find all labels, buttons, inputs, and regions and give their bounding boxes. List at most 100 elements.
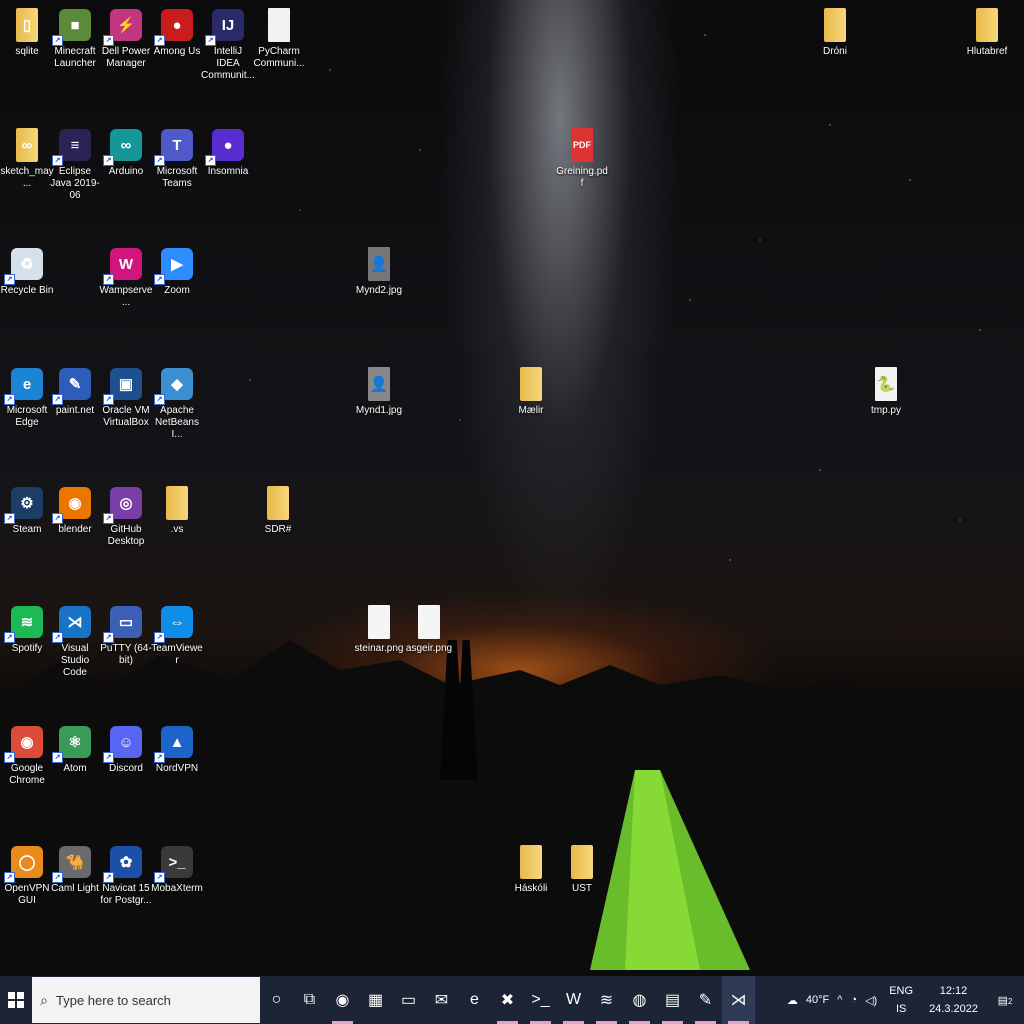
desktop-icon-arduino[interactable]: ∞ ↗ Arduino [99,128,153,178]
desktop-icon-google-chrome[interactable]: ◉ ↗ Google Chrome [0,725,54,787]
microsoft-edge-glyph: e [11,368,43,400]
arduino-glyph: ∞ [110,129,142,161]
desktop-icon-label: MobaXterm [151,883,203,894]
sketch-may-glyph: ∞ [16,128,38,162]
shortcut-arrow-icon: ↗ [205,35,216,46]
desktop-icon-insomnia[interactable]: ● ↗ Insomnia [201,128,255,178]
taskbar-search-box[interactable]: ⌕ Type here to search [32,977,260,1023]
desktop-icon-oracle-virtualbox[interactable]: ▣ ↗ Oracle VM VirtualBox [99,367,153,429]
desktop-icon-label: blender [58,524,92,535]
desktop-icon-steinar-png[interactable]: steinar.png [352,605,406,655]
chevron-up-icon[interactable]: ^ [833,994,846,1006]
xampp-icon: ✖ [500,992,515,1009]
desktop-icon-github-desktop[interactable]: ◎ ↗ GitHub Desktop [99,486,153,548]
desktop-icon-microsoft-edge[interactable]: e ↗ Microsoft Edge [0,367,54,429]
desktop-icon-label: Among Us [153,46,201,57]
desktop-icon-discord[interactable]: ☺ ↗ Discord [99,725,153,775]
taskbar-notepad-button[interactable]: ▤ [656,976,689,1024]
taskbar-mail-button[interactable]: ✉ [425,976,458,1024]
desktop-icon-pycharm[interactable]: PyCharm Communi... [252,8,306,70]
desktop-icon-maelir[interactable]: Mælir [504,367,558,417]
desktop-icon-label: Recycle Bin [0,285,54,296]
mobaxterm-glyph: >_ [161,846,193,878]
desktop-icon-navicat[interactable]: ✿ ↗ Navicat 15 for Postgr... [99,845,153,907]
desktop-icon-zoom[interactable]: ▶ ↗ Zoom [150,247,204,297]
desktop-icon-haskoli[interactable]: Háskóli [504,845,558,895]
minecraft-launcher-glyph: ■ [59,9,91,41]
desktop-icon-apache-netbeans[interactable]: ◆ ↗ Apache NetBeans I... [150,367,204,441]
microsoft-edge-icon: e ↗ [4,367,44,405]
insomnia-icon: ● ↗ [205,128,245,166]
sqlite-icon: ▯ [10,8,44,42]
asgeir-png-glyph [418,605,440,639]
desktop-icon-greining-pdf[interactable]: PDF Greining.pdf [555,128,609,190]
desktop-icon-teamviewer[interactable]: ⇔ ↗ TeamViewer [150,605,204,667]
desktop-icon-dell-power-manager[interactable]: ⚡ ↗ Dell Power Manager [99,8,153,70]
recycle-bin-glyph: ♻ [11,248,43,280]
desktop-icon-blender[interactable]: ◉ ↗ blender [48,486,102,536]
desktop-icon-minecraft-launcher[interactable]: ■ ↗ Minecraft Launcher [48,8,102,70]
desktop-icon-label: OpenVPN GUI [4,883,50,906]
desktop-icon-paint-net[interactable]: ✎ ↗ paint.net [48,367,102,417]
taskbar-messenger-button[interactable]: ◍ [623,976,656,1024]
desktop-icon-mynd2-jpg[interactable]: 👤 Mynd2.jpg [352,247,406,297]
taskbar-cortana-button[interactable]: ○ [260,976,293,1024]
desktop-icon-vs-folder[interactable]: .vs [150,486,204,536]
taskbar-chrome-button[interactable]: ◉ [326,976,359,1024]
desktop-icon-visual-studio-code[interactable]: ⋊ ↗ Visual Studio Code [48,605,102,679]
desktop-icon-openvpn-gui[interactable]: ◯ ↗ OpenVPN GUI [0,845,54,907]
taskbar-word-button[interactable]: W [557,976,590,1024]
language-indicator[interactable]: ENG IS [881,982,921,1018]
desktop-icon-ust[interactable]: UST [555,845,609,895]
desktop-icon-nordvpn[interactable]: ▲ ↗ NordVPN [150,725,204,775]
desktop-icon-wampserver[interactable]: W ↗ Wampserve... [99,247,153,309]
desktop-icon-label: sketch_may... [0,166,54,189]
network-icon[interactable]: ◔ [846,994,861,1006]
desktop-icon-label: IntelliJ IDEA Communit... [201,46,255,81]
weather-temp[interactable]: 40°F [802,994,833,1006]
taskbar-task-view-button[interactable]: ⧉ [293,976,326,1024]
messenger-icon: ◍ [632,992,647,1009]
desktop-icon-caml-light[interactable]: 🐪 ↗ Caml Light [48,845,102,895]
desktop-icon-sqlite[interactable]: ▯ sqlite [0,8,54,58]
taskbar-store-button[interactable]: ▦ [359,976,392,1024]
desktop-icon-spotify[interactable]: ≋ ↗ Spotify [0,605,54,655]
weather-icon[interactable]: ☁ [783,994,802,1007]
taskbar-paint-button[interactable]: ✎ [689,976,722,1024]
volume-icon[interactable]: ◁) [861,994,881,1007]
taskbar-xampp-button[interactable]: ✖ [491,976,524,1024]
desktop-icon-recycle-bin[interactable]: ♻ ↗ Recycle Bin [0,247,54,297]
desktop-icon-mynd1-jpg[interactable]: 👤 Mynd1.jpg [352,367,406,417]
start-button[interactable] [0,976,32,1024]
taskbar-edge-button[interactable]: e [458,976,491,1024]
taskbar-terminal-button[interactable]: >_ [524,976,557,1024]
desktop-icon-steam[interactable]: ⚙ ↗ Steam [0,486,54,536]
desktop-icon-among-us[interactable]: ● ↗ Among Us [150,8,204,58]
taskbar-file-explorer-button[interactable]: ▭ [392,976,425,1024]
minecraft-launcher-icon: ■ ↗ [52,8,92,46]
word-icon: W [565,991,582,1008]
mail-icon: ✉ [434,992,449,1009]
desktop-icon-tmp-py[interactable]: 🐍 tmp.py [859,367,913,417]
desktop-icon-microsoft-teams[interactable]: T ↗ Microsoft Teams [150,128,204,190]
desktop-icon-droni[interactable]: Dróni [808,8,862,58]
vs-folder-glyph [166,486,188,520]
desktop-icon-intellij-idea[interactable]: IJ ↗ IntelliJ IDEA Communit... [201,8,255,82]
desktop-icon-atom[interactable]: ⚛ ↗ Atom [48,725,102,775]
taskbar-vscode-button[interactable]: ⋊ [722,976,755,1024]
desktop-icon-mobaxterm[interactable]: >_ ↗ MobaXterm [150,845,204,895]
shortcut-arrow-icon: ↗ [4,513,15,524]
desktop-icon-eclipse-java[interactable]: ≡ ↗ Eclipse Java 2019-06 [48,128,102,202]
chrome-icon: ◉ [335,992,350,1009]
greining-pdf-icon: PDF [565,128,599,162]
desktop-icon-putty[interactable]: ▭ ↗ PuTTY (64-bit) [99,605,153,667]
desktop-icon-sdr-sharp[interactable]: SDR# [251,486,305,536]
notification-icon[interactable]: ▤2 [986,994,1024,1007]
tmp-py-icon: 🐍 [869,367,903,401]
clock[interactable]: 12:12 24.3.2022 [921,982,986,1018]
desktop-icon-asgeir-png[interactable]: asgeir.png [402,605,456,655]
shortcut-arrow-icon: ↗ [103,274,114,285]
desktop-icon-sketch-may[interactable]: ∞ sketch_may... [0,128,54,190]
desktop-icon-hlutabref[interactable]: Hlutabref [960,8,1014,58]
taskbar-spotify-button[interactable]: ≋ [590,976,623,1024]
